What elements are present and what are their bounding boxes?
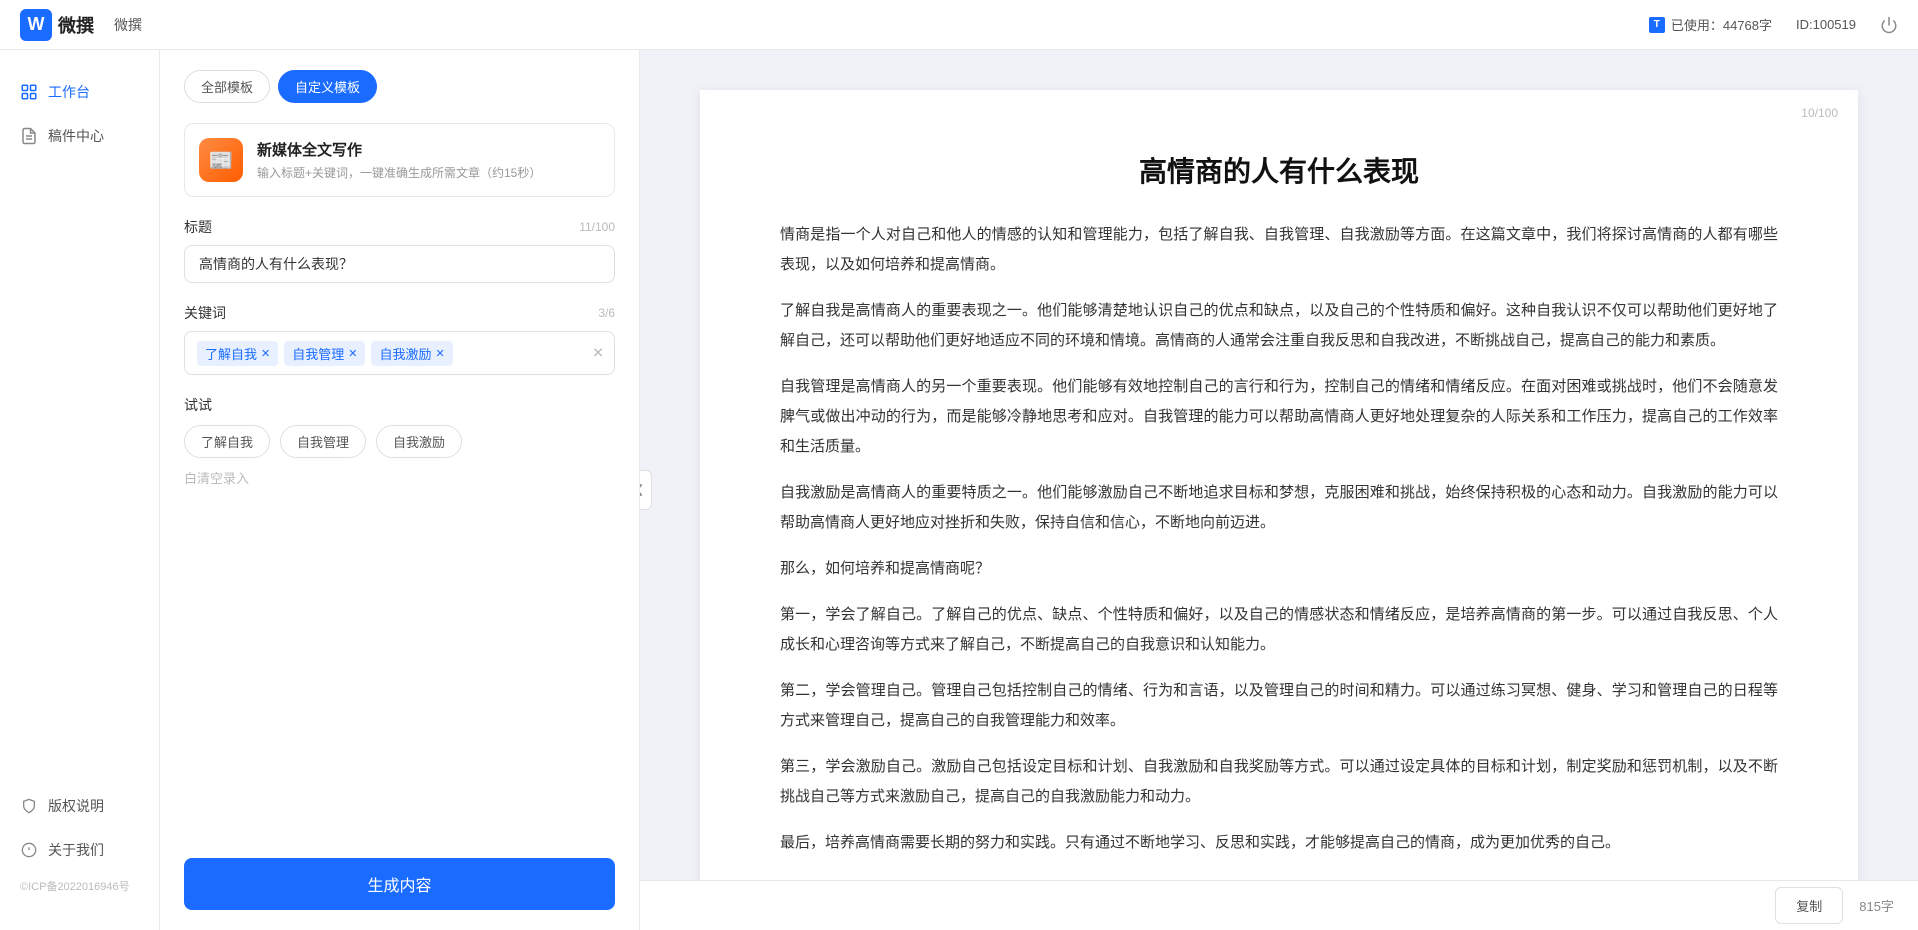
template-card-icon: 📰 bbox=[199, 138, 243, 182]
title-counter: 11/100 bbox=[579, 220, 615, 234]
copyright-label: 版权说明 bbox=[48, 796, 104, 816]
right-panel-bottom: 复制 815字 bbox=[640, 880, 1918, 930]
title-input[interactable] bbox=[184, 245, 615, 283]
usage-info: T 已使用：44768字 bbox=[1649, 15, 1772, 34]
id-label: ID:100519 bbox=[1796, 17, 1856, 32]
keywords-label-row: 关键词 3/6 bbox=[184, 303, 615, 323]
sidebar-item-workbench[interactable]: 工作台 bbox=[0, 70, 159, 114]
keywords-section: 关键词 3/6 了解自我 ✕ 自我管理 ✕ 自我激励 ✕ bbox=[184, 303, 615, 375]
article-paragraph: 最后，培养高情商需要长期的努力和实践。只有通过不断地学习、反思和实践，才能够提高… bbox=[780, 828, 1778, 858]
logo: W 微撰 bbox=[20, 9, 94, 41]
keyword-tag-3: 自我激励 ✕ bbox=[371, 341, 452, 366]
template-tabs: 全部模板 自定义模板 bbox=[184, 70, 615, 103]
tab-custom-templates[interactable]: 自定义模板 bbox=[278, 70, 377, 103]
page-counter: 10/100 bbox=[1801, 106, 1838, 120]
title-label-row: 标题 11/100 bbox=[184, 217, 615, 237]
info-icon bbox=[20, 841, 38, 859]
generate-button[interactable]: 生成内容 bbox=[184, 858, 615, 910]
article-title: 高情商的人有什么表现 bbox=[780, 150, 1778, 190]
keyword-tag-1: 了解自我 ✕ bbox=[197, 341, 278, 366]
article-page: 10/100 高情商的人有什么表现 情商是指一个人对自己和他人的情感的认知和管理… bbox=[700, 90, 1858, 930]
logo-w-icon: W bbox=[20, 9, 52, 41]
sidebar-label-workbench: 工作台 bbox=[48, 82, 90, 102]
keywords-counter: 3/6 bbox=[598, 306, 615, 320]
suggestion-chip-1[interactable]: 了解自我 bbox=[184, 425, 270, 458]
keyword-tag-3-remove[interactable]: ✕ bbox=[435, 347, 444, 360]
logo-text: 微撰 bbox=[58, 12, 94, 38]
template-card-title: 新媒体全文写作 bbox=[257, 139, 600, 160]
template-card-desc: 输入标题+关键词，一键准确生成所需文章（约15秒） bbox=[257, 164, 600, 181]
keyword-tag-1-remove[interactable]: ✕ bbox=[261, 347, 270, 360]
sidebar-item-drafts[interactable]: 稿件中心 bbox=[0, 114, 159, 158]
top-nav: W 微撰 微撰 T 已使用：44768字 ID:100519 bbox=[0, 0, 1918, 50]
suggestions-label: 试试 bbox=[184, 395, 615, 415]
keywords-box[interactable]: 了解自我 ✕ 自我管理 ✕ 自我激励 ✕ ✕ bbox=[184, 331, 615, 375]
nav-right: T 已使用：44768字 ID:100519 bbox=[1649, 15, 1898, 34]
article-paragraph: 自我激励是高情商人的重要特质之一。他们能够激励自己不断地追求目标和梦想，克服困难… bbox=[780, 478, 1778, 538]
power-icon[interactable] bbox=[1880, 16, 1898, 34]
tab-all-templates[interactable]: 全部模板 bbox=[184, 70, 270, 103]
article-body: 情商是指一个人对自己和他人的情感的认知和管理能力，包括了解自我、自我管理、自我激… bbox=[780, 220, 1778, 858]
sidebar-top: 工作台 稿件中心 bbox=[0, 70, 159, 158]
icp-text: ©ICP备2022016946号 bbox=[0, 872, 159, 900]
article-paragraph: 那么，如何培养和提高情商呢？ bbox=[780, 554, 1778, 584]
suggestion-chip-3[interactable]: 自我激励 bbox=[376, 425, 462, 458]
main-layout: 工作台 稿件中心 bbox=[0, 50, 1918, 930]
keyword-tag-2: 自我管理 ✕ bbox=[284, 341, 365, 366]
title-label: 标题 bbox=[184, 217, 212, 237]
template-card-info: 新媒体全文写作 输入标题+关键词，一键准确生成所需文章（约15秒） bbox=[257, 139, 600, 181]
shield-icon bbox=[20, 797, 38, 815]
sidebar-bottom: 版权说明 关于我们 ©ICP备2022016946号 bbox=[0, 784, 159, 910]
usage-label: 已使用：44768字 bbox=[1671, 15, 1772, 34]
keyword-tag-2-remove[interactable]: ✕ bbox=[348, 347, 357, 360]
article-paragraph: 第三，学会激励自己。激励自己包括设定目标和计划、自我激励和自我奖励等方式。可以通… bbox=[780, 752, 1778, 812]
title-section: 标题 11/100 bbox=[184, 217, 615, 283]
left-panel: 全部模板 自定义模板 📰 新媒体全文写作 输入标题+关键词，一键准确生成所需文章… bbox=[160, 50, 640, 930]
article-paragraph: 了解自我是高情商人的重要表现之一。他们能够清楚地认识自己的优点和缺点，以及自己的… bbox=[780, 296, 1778, 356]
file-icon bbox=[20, 127, 38, 145]
nav-left: W 微撰 微撰 bbox=[20, 9, 142, 41]
word-count: 815字 bbox=[1859, 896, 1894, 915]
article-paragraph: 情商是指一个人对自己和他人的情感的认知和管理能力，包括了解自我、自我管理、自我激… bbox=[780, 220, 1778, 280]
sidebar-label-drafts: 稿件中心 bbox=[48, 126, 104, 146]
article-container: 10/100 高情商的人有什么表现 情商是指一个人对自己和他人的情感的认知和管理… bbox=[640, 50, 1918, 930]
content-area: 全部模板 自定义模板 📰 新媒体全文写作 输入标题+关键词，一键准确生成所需文章… bbox=[160, 50, 1918, 930]
suggestions-section: 试试 了解自我 自我管理 自我激励 白清空录入 bbox=[184, 395, 615, 488]
right-panel: 10/100 高情商的人有什么表现 情商是指一个人对自己和他人的情感的认知和管理… bbox=[640, 50, 1918, 930]
article-paragraph: 第二，学会管理自己。管理自己包括控制自己的情绪、行为和言语，以及管理自己的时间和… bbox=[780, 676, 1778, 736]
suggestion-chips: 了解自我 自我管理 自我激励 bbox=[184, 425, 615, 458]
sidebar: 工作台 稿件中心 bbox=[0, 50, 160, 930]
clear-link[interactable]: 白清空录入 bbox=[184, 471, 249, 486]
collapse-button[interactable] bbox=[640, 470, 652, 510]
grid-icon bbox=[20, 83, 38, 101]
copy-button[interactable]: 复制 bbox=[1775, 887, 1843, 924]
article-paragraph: 自我管理是高情商人的另一个重要表现。他们能够有效地控制自己的言行和行为，控制自己… bbox=[780, 372, 1778, 462]
keywords-label: 关键词 bbox=[184, 303, 226, 323]
template-card: 📰 新媒体全文写作 输入标题+关键词，一键准确生成所需文章（约15秒） bbox=[184, 123, 615, 197]
usage-icon: T bbox=[1649, 17, 1665, 33]
article-paragraph: 第一，学会了解自己。了解自己的优点、缺点、个性特质和偏好，以及自己的情感状态和情… bbox=[780, 600, 1778, 660]
sidebar-item-copyright[interactable]: 版权说明 bbox=[0, 784, 159, 828]
suggestion-chip-2[interactable]: 自我管理 bbox=[280, 425, 366, 458]
nav-title: 微撰 bbox=[114, 15, 142, 35]
about-label: 关于我们 bbox=[48, 840, 104, 860]
keywords-clear-icon[interactable]: ✕ bbox=[592, 345, 604, 362]
sidebar-item-about[interactable]: 关于我们 bbox=[0, 828, 159, 872]
